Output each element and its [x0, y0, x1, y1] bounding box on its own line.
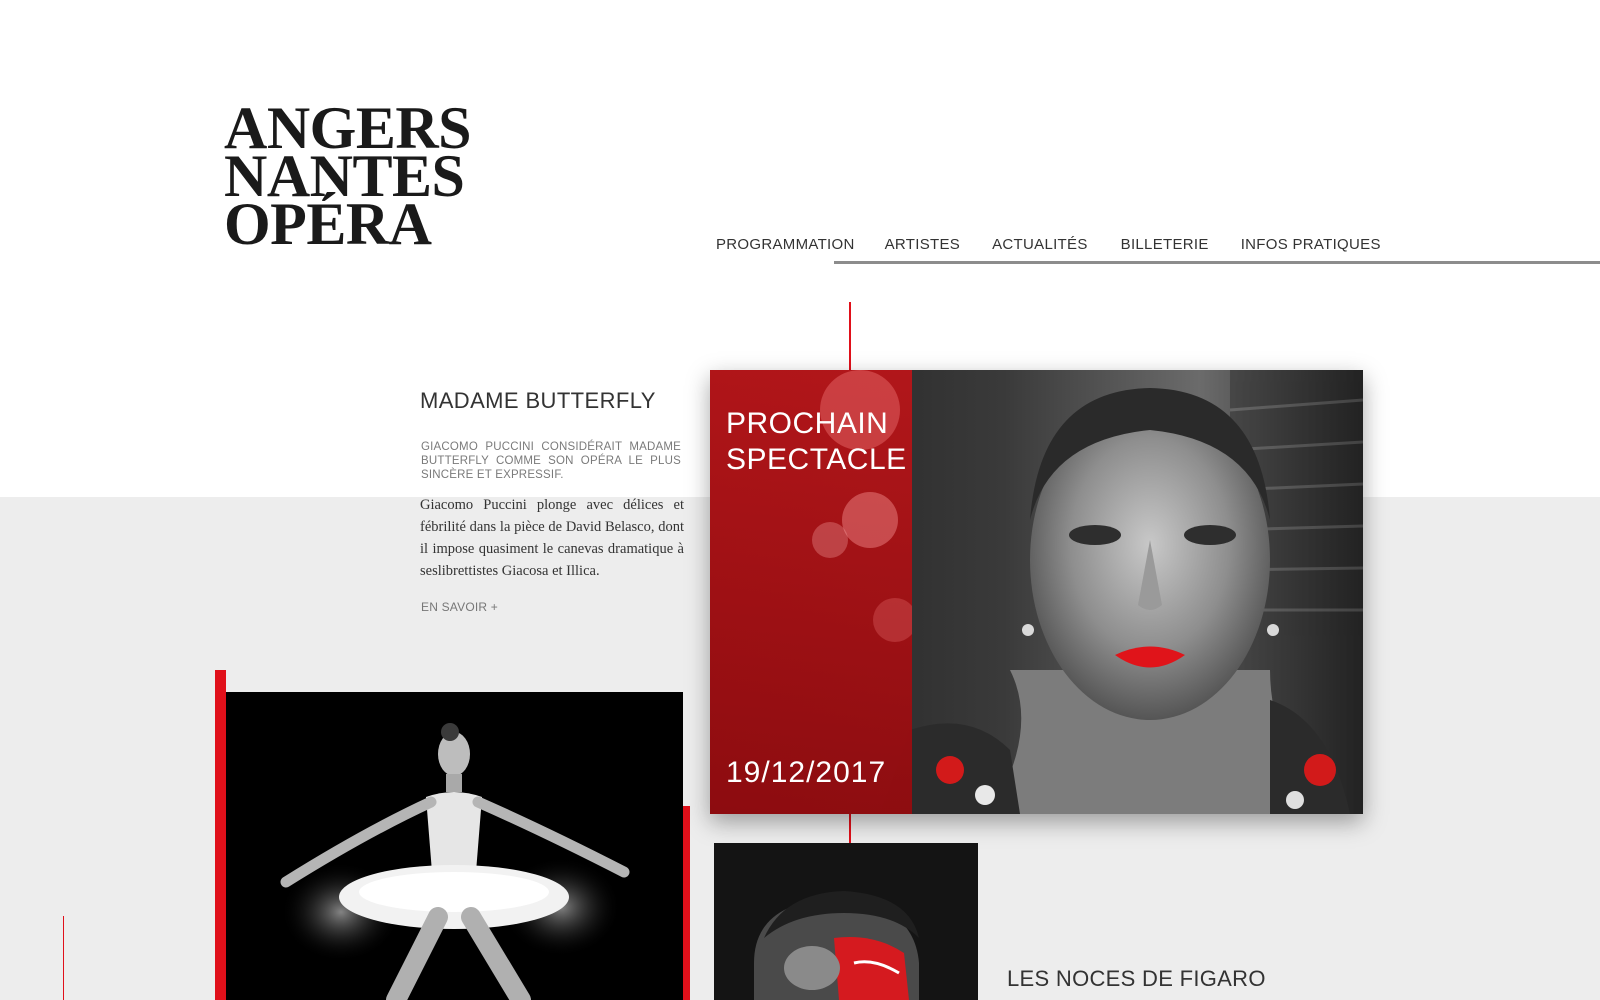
main-nav: PROGRAMMATION ARTISTES ACTUALITÉS BILLET… [716, 236, 1381, 253]
figaro-portrait-illustration [754, 891, 919, 1000]
dancer-accent-bar-left [215, 670, 226, 1000]
nav-item-programmation[interactable]: PROGRAMMATION [716, 236, 855, 253]
nav-item-billeterie[interactable]: BILLETERIE [1121, 236, 1209, 253]
figaro-portrait-image[interactable] [714, 843, 978, 1000]
hero-date: 19/12/2017 [726, 756, 887, 789]
hero-title-line-1: PROCHAIN [726, 407, 889, 440]
nav-item-actualites[interactable]: ACTUALITÉS [992, 236, 1088, 253]
ballet-dancer-image[interactable] [226, 692, 683, 1000]
side-accent-line [63, 916, 64, 1000]
next-show-card[interactable]: PROCHAIN SPECTACLE 19/12/2017 [710, 370, 1363, 814]
featured-lead: GIACOMO PUCCINI CONSIDÉRAIT MADAME BUTTE… [421, 441, 681, 481]
ballet-dancer-illustration [280, 723, 630, 1000]
hero-title: PROCHAIN SPECTACLE [726, 406, 907, 478]
learn-more-link[interactable]: EN SAVOIR + [421, 600, 498, 614]
connector-line-top [849, 302, 851, 370]
site-logo[interactable]: ANGERS NANTES OPÉRA [224, 98, 472, 254]
nav-item-artistes[interactable]: ARTISTES [885, 236, 960, 253]
dancer-accent-bar-right [683, 806, 690, 1000]
featured-title[interactable]: MADAME BUTTERFLY [420, 388, 656, 414]
featured-body: Giacomo Puccini plonge avec délices et f… [420, 497, 684, 579]
connector-line-bottom [849, 814, 851, 843]
hero-title-line-2: SPECTACLE [726, 443, 907, 476]
nav-item-infos-pratiques[interactable]: INFOS PRATIQUES [1241, 236, 1381, 253]
next-show-title[interactable]: LES NOCES DE FIGARO [1007, 966, 1266, 992]
nav-underline [834, 261, 1600, 264]
